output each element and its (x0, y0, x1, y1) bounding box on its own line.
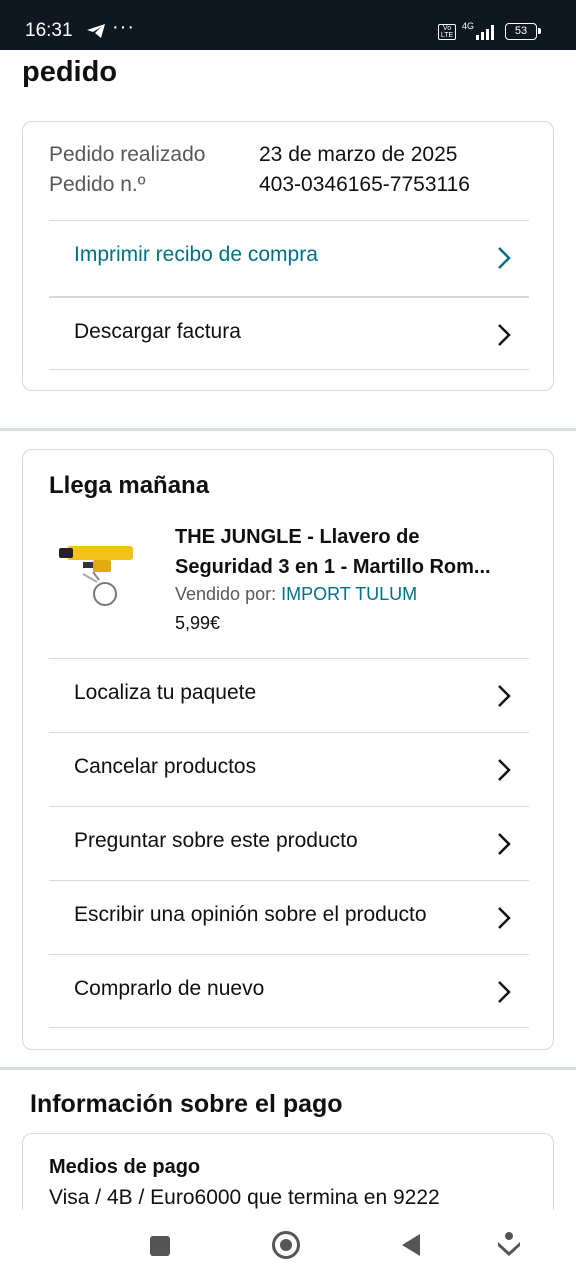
seller-link[interactable]: IMPORT TULUM (281, 584, 417, 604)
nav-recents-icon[interactable] (150, 1236, 170, 1256)
order-placed-date: 23 de marzo de 2025 (259, 143, 458, 166)
chevron-right-icon (498, 907, 511, 929)
order-number-label: Pedido n.º (49, 173, 146, 196)
payment-method-heading: Medios de pago (49, 1156, 201, 1178)
ask-product-row[interactable]: Preguntar sobre este producto (49, 806, 529, 880)
product-price: 5,99€ (175, 613, 221, 633)
print-receipt-row[interactable]: Imprimir recibo de compra (49, 220, 529, 294)
sold-by: Vendido por: IMPORT TULUM (175, 584, 417, 605)
buy-again-row[interactable]: Comprarlo de nuevo (49, 954, 529, 1028)
section-divider (0, 428, 576, 431)
battery-icon: 53 (505, 23, 541, 40)
download-invoice-label: Descargar factura (74, 320, 241, 343)
clock: 16:31 (25, 20, 73, 41)
download-invoice-row[interactable]: Descargar factura (49, 296, 529, 370)
page-title: pedido (22, 56, 118, 88)
chevron-right-icon (498, 833, 511, 855)
network-type: 4G (462, 21, 475, 31)
cancel-items-row[interactable]: Cancelar productos (49, 732, 529, 806)
ask-product-label: Preguntar sobre este producto (74, 829, 358, 852)
order-placed-label: Pedido realizado (49, 143, 206, 166)
delivery-card: Llega mañana THE JUNGLE - Llavero de Seg… (22, 449, 554, 1050)
order-summary-card: Pedido realizado 23 de marzo de 2025 Ped… (22, 121, 554, 391)
volte-icon: Vo LTE (438, 24, 456, 40)
track-package-label: Localiza tu paquete (74, 681, 257, 704)
track-package-row[interactable]: Localiza tu paquete (49, 658, 529, 732)
delivery-title: Llega mañana (49, 472, 210, 499)
system-nav-bar (0, 1210, 576, 1280)
order-number-value: 403-0346165-7753116 (259, 173, 470, 196)
status-bar: 16:31 ··· Vo LTE 4G 53 (0, 0, 576, 50)
payment-heading: Información sobre el pago (30, 1090, 343, 1118)
chevron-right-icon (498, 759, 511, 781)
product-title-line2: Seguridad 3 en 1 - Martillo Rom... (175, 556, 491, 578)
chevron-right-icon (498, 324, 511, 346)
product-image[interactable] (53, 538, 145, 610)
signal-icon (476, 25, 494, 40)
more-notifications-icon: ··· (112, 16, 135, 38)
chevron-right-icon (498, 685, 511, 707)
nav-download-icon[interactable] (496, 1230, 522, 1260)
chevron-right-icon (498, 247, 511, 269)
payment-method-value: Visa / 4B / Euro6000 que termina en 9222 (49, 1186, 440, 1209)
section-divider (0, 1067, 576, 1070)
write-review-row[interactable]: Escribir una opinión sobre el producto (49, 880, 529, 954)
nav-home-icon[interactable] (272, 1231, 300, 1259)
print-receipt-link[interactable]: Imprimir recibo de compra (74, 243, 318, 267)
product-title[interactable]: THE JUNGLE - Llavero de Seguridad 3 en 1… (175, 522, 535, 582)
sold-by-label: Vendido por: (175, 584, 277, 604)
nav-back-icon[interactable] (400, 1232, 422, 1258)
cancel-items-label: Cancelar productos (74, 755, 257, 778)
write-review-label: Escribir una opinión sobre el producto (74, 903, 427, 926)
buy-again-label: Comprarlo de nuevo (74, 977, 265, 1000)
product-title-line1: THE JUNGLE - Llavero de (175, 526, 420, 548)
telegram-icon (87, 24, 105, 38)
chevron-right-icon (498, 981, 511, 1003)
